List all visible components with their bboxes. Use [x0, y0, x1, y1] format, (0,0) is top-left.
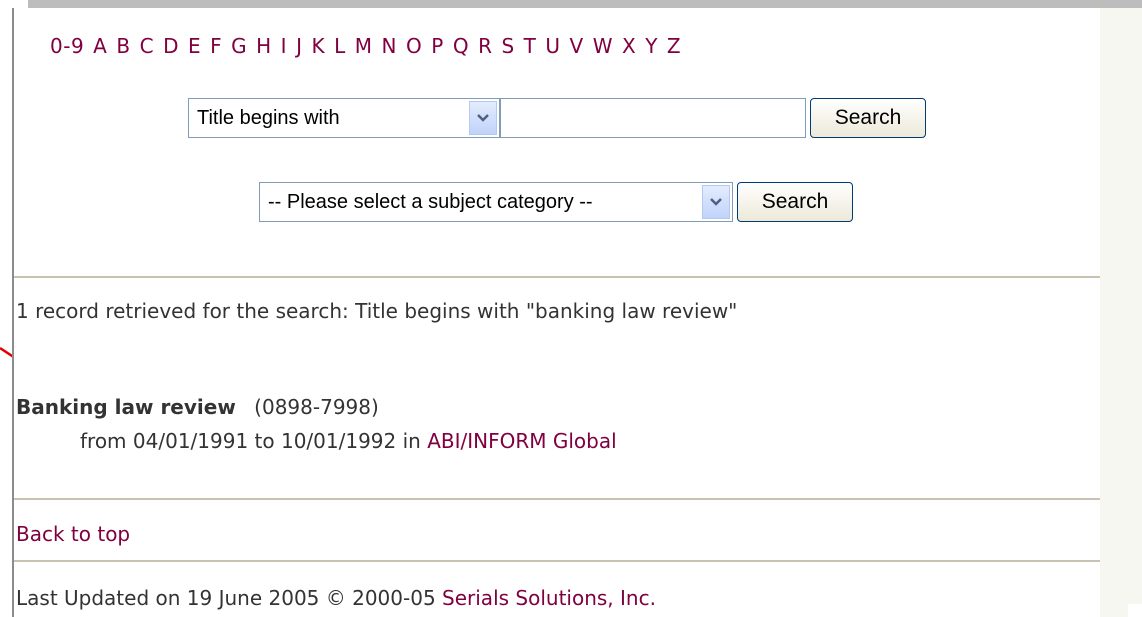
alphabet-nav: 0-9 A B C D E F G H I J K L M N O P Q R S T U V W X Y Z [50, 34, 681, 58]
alphabet-link-p[interactable]: P [431, 34, 444, 58]
subject-search-button[interactable]: Search [737, 182, 853, 222]
alphabet-link-n[interactable]: N [382, 34, 397, 58]
coverage-dates: from 04/01/1991 to 10/01/1992 in [80, 429, 421, 453]
alphabet-link-e[interactable]: E [188, 34, 201, 58]
alphabet-link-0-9[interactable]: 0-9 [50, 34, 84, 58]
subject-search-form: -- Please select a subject category -- S… [259, 182, 853, 222]
chevron-down-icon[interactable] [469, 101, 497, 135]
back-to-top-link[interactable]: Back to top [16, 522, 130, 546]
alphabet-link-i[interactable]: I [281, 34, 287, 58]
alphabet-link-c[interactable]: C [140, 34, 154, 58]
page-content: 0-9 A B C D E F G H I J K L M N O P Q R S T U V W X Y Z Title begi… [12, 8, 1100, 617]
alphabet-link-b[interactable]: B [116, 34, 130, 58]
subject-category-select[interactable]: -- Please select a subject category -- [259, 182, 733, 222]
right-gutter [1098, 8, 1142, 617]
result-item: Banking law review (0898-7998) [16, 395, 379, 419]
company-link[interactable]: Serials Solutions, Inc. [442, 586, 656, 610]
alphabet-link-g[interactable]: G [231, 34, 247, 58]
divider [14, 276, 1100, 278]
search-type-select[interactable]: Title begins with [188, 98, 500, 138]
subject-category-value: -- Please select a subject category -- [268, 190, 593, 213]
alphabet-link-w[interactable]: W [593, 34, 613, 58]
footer-text: Last Updated on 19 June 2005 © 2000-05 S… [16, 586, 656, 610]
title-search-button[interactable]: Search [810, 98, 926, 138]
database-link[interactable]: ABI/INFORM Global [427, 429, 616, 453]
search-type-value: Title begins with [197, 106, 340, 129]
alphabet-link-m[interactable]: M [355, 34, 373, 58]
alphabet-link-u[interactable]: U [545, 34, 560, 58]
search-input[interactable] [500, 98, 806, 138]
divider [14, 498, 1100, 500]
alphabet-link-r[interactable]: R [478, 34, 492, 58]
window-top-border [28, 0, 1142, 8]
alphabet-link-o[interactable]: O [406, 34, 422, 58]
alphabet-link-a[interactable]: A [93, 34, 107, 58]
alphabet-link-z[interactable]: Z [667, 34, 681, 58]
result-issn: (0898-7998) [254, 395, 379, 419]
alphabet-link-s[interactable]: S [501, 34, 514, 58]
alphabet-link-j[interactable]: J [296, 34, 302, 58]
alphabet-link-v[interactable]: V [570, 34, 584, 58]
alphabet-link-l[interactable]: L [334, 34, 346, 58]
last-updated: Last Updated on 19 June 2005 © 2000-05 [16, 586, 436, 610]
chevron-down-icon[interactable] [702, 185, 730, 219]
result-coverage: from 04/01/1991 to 10/01/1992 in ABI/INF… [80, 429, 617, 453]
alphabet-link-d[interactable]: D [163, 34, 179, 58]
alphabet-link-x[interactable]: X [622, 34, 636, 58]
alphabet-link-t[interactable]: T [524, 34, 537, 58]
divider [14, 560, 1100, 562]
alphabet-link-f[interactable]: F [210, 34, 222, 58]
alphabet-link-h[interactable]: H [256, 34, 272, 58]
alphabet-link-q[interactable]: Q [453, 34, 469, 58]
alphabet-link-y[interactable]: Y [645, 34, 658, 58]
right-gutter-corner [1128, 604, 1142, 617]
alphabet-link-k[interactable]: K [311, 34, 325, 58]
title-search-form: Title begins with Search [188, 98, 926, 138]
results-summary: 1 record retrieved for the search: Title… [16, 299, 738, 323]
result-title: Banking law review [16, 395, 236, 419]
back-to-top-row: Back to top [16, 522, 130, 546]
